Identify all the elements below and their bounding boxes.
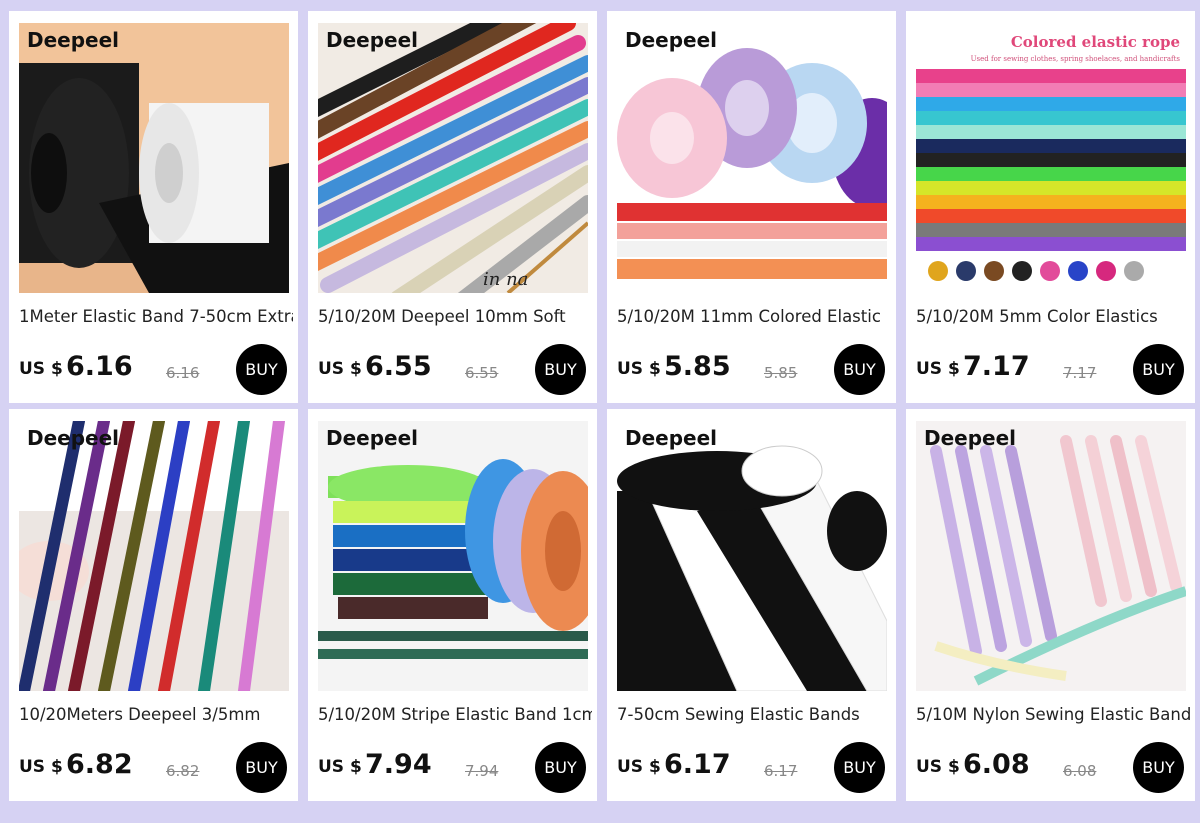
product-price: 6.08 xyxy=(963,749,1030,780)
product-price: 6.17 xyxy=(664,749,731,780)
original-price: 6.08 xyxy=(1063,762,1097,780)
buy-button[interactable]: BUY xyxy=(834,742,885,793)
product-title[interactable]: 7-50cm Sewing Elastic Bands xyxy=(617,705,891,724)
original-price: 7.94 xyxy=(465,762,499,780)
product-title[interactable]: 10/20Meters Deepeel 3/5mm xyxy=(19,705,293,724)
product-title[interactable]: 5/10M Nylon Sewing Elastic Band xyxy=(916,705,1190,724)
buy-button[interactable]: BUY xyxy=(535,742,586,793)
original-price: 6.17 xyxy=(764,762,798,780)
colored-elastic-rope-photo xyxy=(916,23,1186,293)
product-image[interactable]: Colored elastic rope Used for sewing clo… xyxy=(916,23,1186,293)
product-card[interactable]: Deepeel 7-50cm Sewing Elastic Bands US $… xyxy=(607,409,896,801)
original-price: 6.55 xyxy=(465,364,499,382)
product-title[interactable]: 5/10/20M Stripe Elastic Band 1cm xyxy=(318,705,592,724)
original-price: 6.16 xyxy=(166,364,200,382)
currency-label: US $ xyxy=(617,359,661,379)
nylon-elastic-bands-photo xyxy=(916,421,1186,691)
buy-button[interactable]: BUY xyxy=(1133,742,1184,793)
brand-logo: Deepeel xyxy=(924,426,1017,450)
photo-heading: Colored elastic rope xyxy=(1010,33,1180,51)
product-price: 6.55 xyxy=(365,351,432,382)
product-image[interactable]: Deepeel xyxy=(19,23,289,293)
elastic-band-roll-photo xyxy=(19,23,289,293)
original-price: 6.82 xyxy=(166,762,200,780)
currency-label: US $ xyxy=(19,359,63,379)
original-price: 7.17 xyxy=(1063,364,1097,382)
product-title[interactable]: 1Meter Elastic Band 7-50cm Extra xyxy=(19,307,293,326)
currency-label: US $ xyxy=(19,757,63,777)
brand-logo: Deepeel xyxy=(625,426,718,450)
product-price: 5.85 xyxy=(664,351,731,382)
original-price: 5.85 xyxy=(764,364,798,382)
product-image[interactable]: Deepeel xyxy=(318,421,588,691)
product-image[interactable]: Deepeel xyxy=(617,421,887,691)
product-price: 7.17 xyxy=(963,351,1030,382)
currency-label: US $ xyxy=(617,757,661,777)
thin-elastic-straps-photo xyxy=(19,421,289,691)
brand-logo: Deepeel xyxy=(27,426,120,450)
product-card[interactable]: Deepeel 5/10/20M 11mm Colored Elastic US… xyxy=(607,11,896,403)
photo-caption: in na xyxy=(483,269,528,290)
product-card[interactable]: Deepeel 1Meter Elastic Band 7-50cm Extra… xyxy=(9,11,298,403)
brand-logo: Deepeel xyxy=(326,426,419,450)
stripe-elastic-rolls-photo xyxy=(318,421,588,691)
product-price: 7.94 xyxy=(365,749,432,780)
buy-button[interactable]: BUY xyxy=(1133,344,1184,395)
product-price: 6.82 xyxy=(66,749,133,780)
buy-button[interactable]: BUY xyxy=(834,344,885,395)
currency-label: US $ xyxy=(916,359,960,379)
product-card[interactable]: Colored elastic rope Used for sewing clo… xyxy=(906,11,1195,403)
product-card[interactable]: Deepeel 5/10/20M Stripe Elastic Band 1cm… xyxy=(308,409,597,801)
product-card[interactable]: Deepeel 5/10M Nylon Sewing Elastic Band … xyxy=(906,409,1195,801)
lace-elastic-rolls-photo xyxy=(617,23,887,293)
currency-label: US $ xyxy=(318,757,362,777)
buy-button[interactable]: BUY xyxy=(236,742,287,793)
currency-label: US $ xyxy=(916,757,960,777)
photo-subheading: Used for sewing clothes, spring shoelace… xyxy=(970,55,1180,63)
buy-button[interactable]: BUY xyxy=(236,344,287,395)
brand-logo: Deepeel xyxy=(625,28,718,52)
product-image[interactable]: in na Deepeel xyxy=(318,23,588,293)
currency-label: US $ xyxy=(318,359,362,379)
product-price: 6.16 xyxy=(66,351,133,382)
product-card[interactable]: in na Deepeel 5/10/20M Deepeel 10mm Soft… xyxy=(308,11,597,403)
product-image[interactable]: Deepeel xyxy=(617,23,887,293)
product-image[interactable]: Deepeel xyxy=(916,421,1186,691)
colored-elastic-bands-photo: in na xyxy=(318,23,588,293)
brand-logo: Deepeel xyxy=(27,28,120,52)
buy-button[interactable]: BUY xyxy=(535,344,586,395)
product-title[interactable]: 5/10/20M Deepeel 10mm Soft xyxy=(318,307,592,326)
brand-logo: Deepeel xyxy=(326,28,419,52)
black-white-elastic-bands-photo xyxy=(617,421,887,691)
product-title[interactable]: 5/10/20M 11mm Colored Elastic xyxy=(617,307,891,326)
product-title[interactable]: 5/10/20M 5mm Color Elastics xyxy=(916,307,1190,326)
product-image[interactable]: Deepeel xyxy=(19,421,289,691)
product-card[interactable]: Deepeel 10/20Meters Deepeel 3/5mm US $ 6… xyxy=(9,409,298,801)
